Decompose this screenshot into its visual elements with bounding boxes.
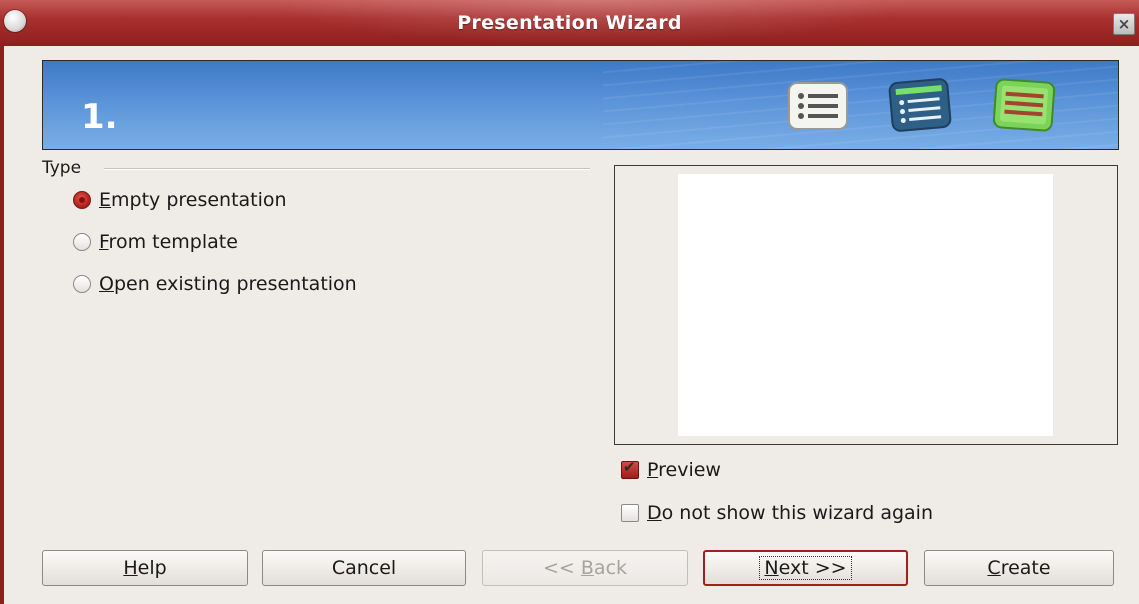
radio-label: From template xyxy=(99,231,238,253)
dont-show-checkbox-row[interactable]: Do not show this wizard again xyxy=(621,500,933,526)
type-group-label: Type xyxy=(42,158,82,178)
list-green-icon xyxy=(992,78,1056,132)
preview-checkbox[interactable] xyxy=(621,458,639,479)
window-titlebar[interactable]: Presentation Wizard × xyxy=(0,0,1139,46)
radio-empty-presentation[interactable]: Empty presentation xyxy=(73,187,287,213)
dont-show-checkbox-label: Do not show this wizard again xyxy=(647,502,933,524)
cancel-button[interactable]: Cancel xyxy=(262,550,466,586)
help-button[interactable]: Help xyxy=(42,550,248,586)
close-icon[interactable]: × xyxy=(1113,13,1135,35)
list-highlight-icon xyxy=(888,78,952,132)
window-title: Presentation Wizard xyxy=(457,12,682,34)
preview-pane xyxy=(614,165,1118,445)
focus-ring: Next >> xyxy=(759,556,852,580)
radio-open-existing[interactable]: Open existing presentation xyxy=(73,271,357,297)
back-button[interactable]: << Back xyxy=(482,550,688,586)
radio-button[interactable] xyxy=(73,275,91,293)
radio-from-template[interactable]: From template xyxy=(73,229,238,255)
radio-button-checked[interactable] xyxy=(73,191,91,209)
wizard-banner: 1. xyxy=(42,60,1119,150)
preview-slide xyxy=(678,174,1053,436)
type-group-separator xyxy=(104,168,590,170)
preview-checkbox-label: Preview xyxy=(647,459,721,481)
dont-show-checkbox[interactable] xyxy=(621,504,639,522)
list-icon xyxy=(788,82,848,130)
next-button[interactable]: Next >> xyxy=(703,550,908,586)
radio-label: Open existing presentation xyxy=(99,273,357,295)
window-border xyxy=(0,46,4,604)
preview-checkbox-row[interactable]: Preview xyxy=(621,457,721,483)
radio-button[interactable] xyxy=(73,233,91,251)
step-number: 1. xyxy=(81,97,118,137)
create-button[interactable]: Create xyxy=(924,550,1114,586)
radio-label: Empty presentation xyxy=(99,189,287,211)
